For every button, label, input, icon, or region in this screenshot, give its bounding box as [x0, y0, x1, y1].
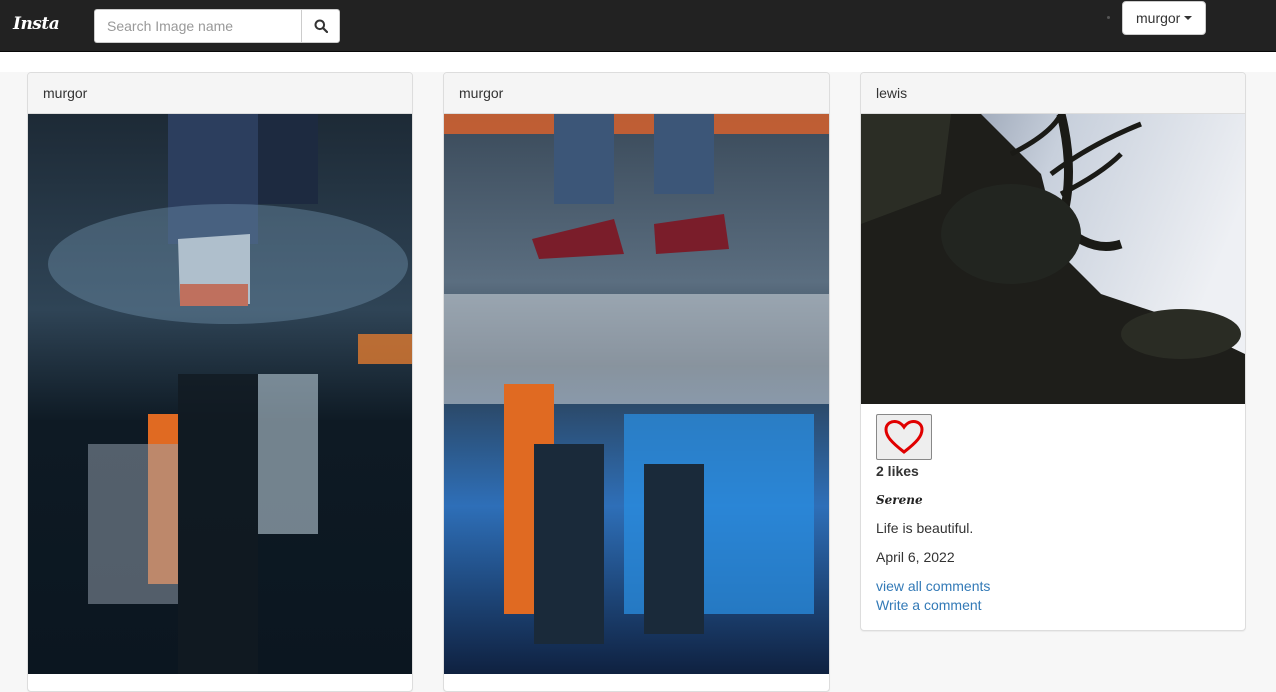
nav-separator-dot — [1107, 16, 1110, 19]
post-author[interactable]: murgor — [28, 73, 412, 114]
page-top-strip — [0, 52, 1276, 72]
user-menu-dropdown[interactable]: murgor — [1122, 1, 1207, 35]
post-date: April 6, 2022 — [876, 549, 955, 565]
post-author[interactable]: murgor — [444, 73, 829, 114]
caret-down-icon — [1184, 16, 1193, 20]
brand-logo[interactable]: Insta — [13, 14, 60, 34]
search-button[interactable] — [301, 9, 340, 43]
search-icon — [314, 19, 328, 33]
top-navbar: Insta murgor — [0, 0, 1276, 52]
heart-icon — [884, 419, 924, 454]
like-count: 2 likes — [876, 463, 919, 479]
write-comment-link[interactable]: Write a comment — [876, 597, 1230, 613]
like-button[interactable] — [876, 414, 932, 460]
post-card: lewis 2 likes Serene Life is beautiful. … — [860, 72, 1246, 631]
post-image[interactable] — [444, 114, 829, 674]
post-caption: Life is beautiful. — [876, 520, 974, 536]
post-image[interactable] — [861, 114, 1245, 404]
post-image[interactable] — [28, 114, 412, 674]
post-title: Serene — [876, 493, 923, 507]
post-author[interactable]: lewis — [861, 73, 1245, 114]
search-input[interactable] — [94, 9, 301, 43]
post-card: murgor — [443, 72, 830, 692]
search-form — [94, 9, 340, 43]
post-details: 2 likes Serene Life is beautiful. April … — [861, 404, 1245, 625]
user-menu-label: murgor — [1136, 10, 1181, 26]
post-card: murgor — [27, 72, 413, 692]
view-all-comments-link[interactable]: view all comments — [876, 578, 1230, 594]
